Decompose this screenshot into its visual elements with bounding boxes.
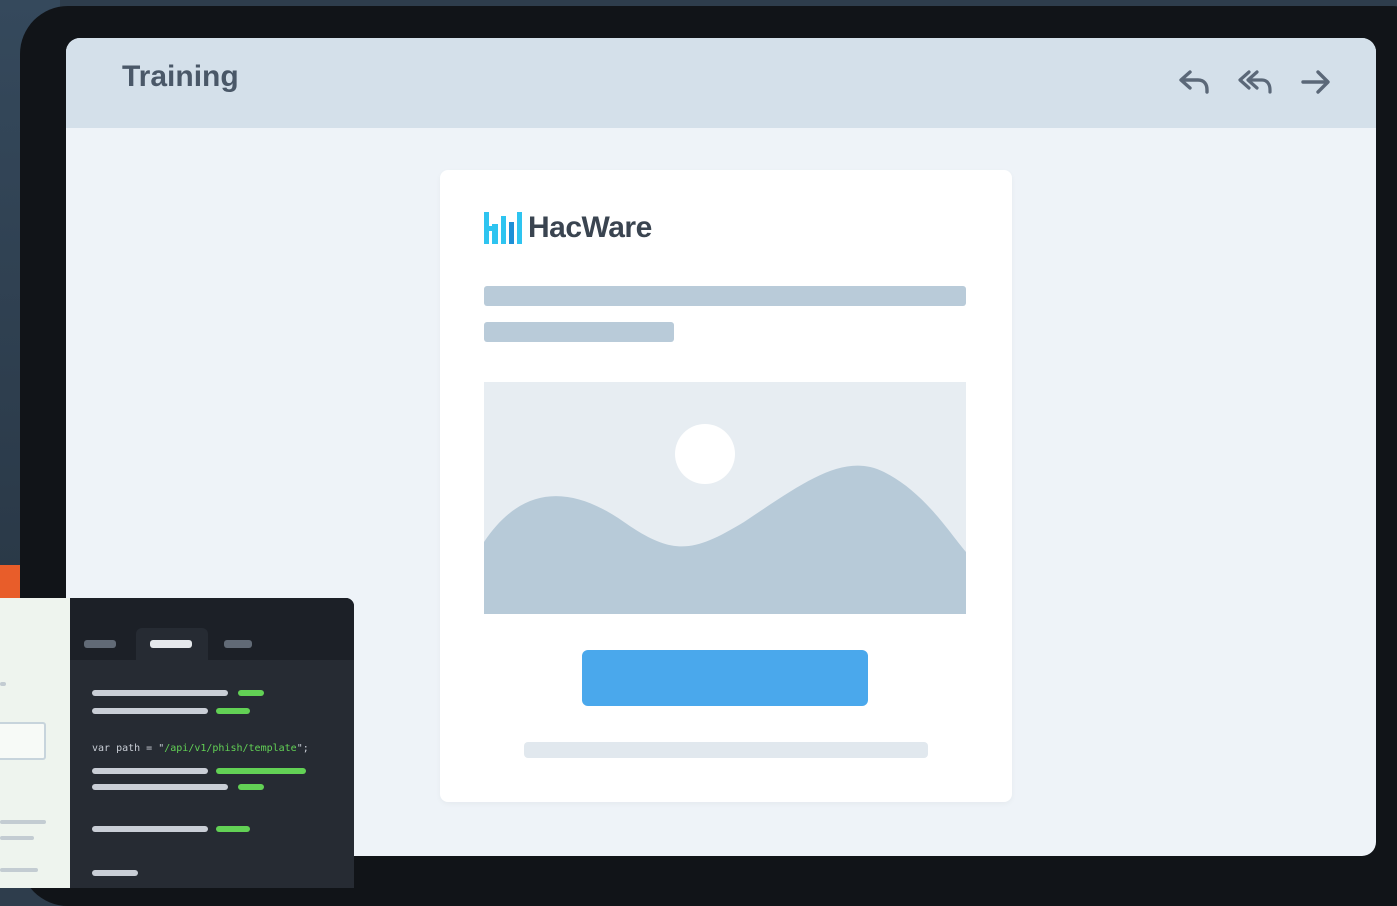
email-header: Training (66, 38, 1376, 128)
page-title: Training (122, 60, 239, 93)
image-placeholder (484, 382, 966, 614)
reply-all-icon[interactable] (1236, 62, 1276, 102)
panel-text-line (0, 868, 38, 872)
panel-text-line (0, 820, 46, 824)
code-line (92, 870, 138, 876)
code-token (216, 826, 250, 832)
code-token (238, 690, 264, 696)
code-token (216, 768, 306, 774)
editor-tab[interactable] (224, 640, 252, 648)
forward-icon[interactable] (1296, 62, 1336, 102)
sun-icon (675, 424, 735, 484)
editor-tab-bar (70, 598, 354, 660)
settings-panel (0, 598, 70, 888)
editor-tab[interactable] (84, 640, 116, 648)
cta-button[interactable] (582, 650, 868, 706)
text-placeholder-line (484, 286, 966, 306)
code-token (238, 784, 264, 790)
hacware-logo-icon (484, 212, 522, 244)
editor-tab-active-label (150, 640, 192, 648)
logo-text: HacWare (528, 211, 652, 244)
panel-input-field[interactable] (0, 722, 46, 760)
code-snippet: var path = "/api/v1/phish/template"; (92, 743, 309, 754)
code-line (92, 768, 208, 774)
code-token (216, 708, 250, 714)
code-line (92, 708, 208, 714)
code-line (92, 826, 208, 832)
panel-text-line (0, 836, 34, 840)
text-placeholder-line (484, 322, 674, 342)
reply-icon[interactable] (1174, 62, 1214, 102)
hacware-logo: HacWare (482, 208, 652, 248)
panel-text-line (0, 682, 6, 686)
code-editor: var path = "/api/v1/phish/template"; (70, 598, 354, 888)
footer-placeholder-line (524, 742, 928, 758)
code-line (92, 784, 228, 790)
email-body-card: HacWare (440, 170, 1012, 802)
code-line (92, 690, 228, 696)
